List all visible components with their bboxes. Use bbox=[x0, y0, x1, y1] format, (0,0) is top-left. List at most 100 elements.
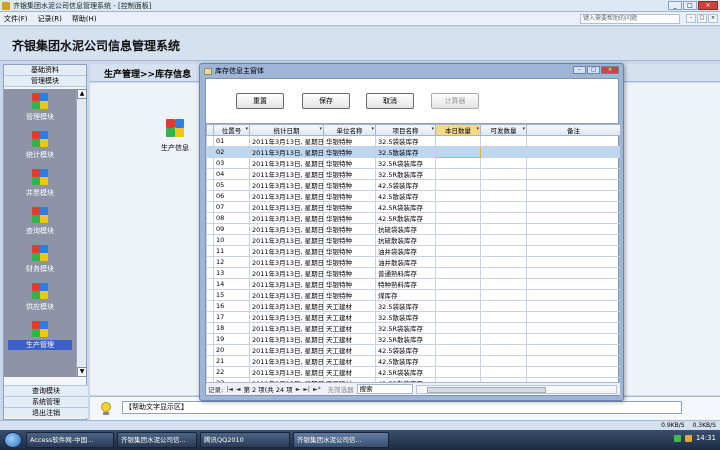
table-cell[interactable]: 32.5散装库存 bbox=[375, 146, 436, 158]
table-cell[interactable] bbox=[480, 300, 527, 312]
table-cell[interactable]: 32.5R袋装库存 bbox=[375, 322, 436, 334]
row-selector[interactable] bbox=[206, 234, 214, 246]
first-record-icon[interactable]: |◄ bbox=[226, 386, 233, 393]
table-cell[interactable]: 华银特种 bbox=[323, 179, 376, 191]
table-cell[interactable] bbox=[435, 135, 481, 147]
table-cell[interactable]: 天工建材 bbox=[323, 366, 376, 378]
table-cell[interactable]: 华银特种 bbox=[323, 289, 376, 301]
table-cell[interactable] bbox=[435, 179, 481, 191]
table-cell[interactable]: 华银特种 bbox=[323, 234, 376, 246]
table-cell[interactable]: 2011年3月13日, 星期日 bbox=[249, 289, 324, 301]
table-cell[interactable]: 2011年3月13日, 星期日 bbox=[249, 135, 324, 147]
table-cell[interactable]: 天工建材 bbox=[323, 355, 376, 367]
task-qq[interactable]: 腾讯QQ2010 bbox=[200, 432, 290, 448]
table-cell[interactable] bbox=[435, 289, 481, 301]
table-cell[interactable] bbox=[435, 267, 481, 279]
table-cell[interactable]: 2011年3月13日, 星期日 bbox=[249, 322, 324, 334]
table-cell[interactable] bbox=[526, 135, 620, 147]
table-cell[interactable] bbox=[480, 278, 527, 290]
row-selector[interactable] bbox=[206, 322, 214, 334]
scroll-down-icon[interactable]: ▼ bbox=[77, 367, 87, 377]
module-tickets[interactable]: 井票模块 bbox=[8, 169, 72, 205]
task-app-1[interactable]: 齐银集团水泥公司信... bbox=[117, 432, 197, 448]
table-cell[interactable] bbox=[435, 201, 481, 213]
menu-file[interactable]: 文件(F) bbox=[4, 14, 28, 24]
table-row[interactable]: 05 2011年3月13日, 星期日 华银特种 42.5袋装库存 bbox=[206, 179, 620, 191]
table-cell[interactable]: 油井散装库存 bbox=[375, 256, 436, 268]
table-row[interactable]: 18 2011年3月13日, 星期日 天工建材 32.5R袋装库存 bbox=[206, 322, 620, 334]
table-cell[interactable]: 17 bbox=[213, 311, 250, 323]
table-cell[interactable]: 华银特种 bbox=[323, 135, 376, 147]
dialog-minimize-icon[interactable]: – bbox=[573, 66, 586, 74]
table-cell[interactable] bbox=[480, 212, 527, 224]
table-cell[interactable]: 21 bbox=[213, 355, 250, 367]
table-cell[interactable]: 05 bbox=[213, 179, 250, 191]
table-cell[interactable]: 2011年3月13日, 星期日 bbox=[249, 355, 324, 367]
table-cell[interactable] bbox=[480, 179, 527, 191]
table-cell[interactable]: 普通熟料库存 bbox=[375, 267, 436, 279]
table-cell[interactable] bbox=[480, 157, 527, 169]
table-cell[interactable]: 07 bbox=[213, 201, 250, 213]
scroll-up-icon[interactable]: ▲ bbox=[77, 89, 87, 99]
row-selector[interactable] bbox=[206, 201, 214, 213]
table-cell[interactable] bbox=[480, 190, 527, 202]
select-all-cell[interactable] bbox=[206, 124, 214, 136]
table-cell[interactable] bbox=[480, 289, 527, 301]
table-cell[interactable] bbox=[526, 289, 620, 301]
search-input[interactable]: 搜索 bbox=[356, 384, 413, 394]
table-cell[interactable]: 42.5散装库存 bbox=[375, 355, 436, 367]
table-cell[interactable]: 08 bbox=[213, 212, 250, 224]
table-row[interactable]: 09 2011年3月13日, 星期日 华银特种 抗硫袋装库存 bbox=[206, 223, 620, 235]
nav-item-management[interactable]: 管理模块 bbox=[4, 76, 86, 87]
volume-icon[interactable] bbox=[684, 434, 692, 442]
nav-item-query[interactable]: 查询模块 bbox=[4, 385, 88, 396]
table-cell[interactable] bbox=[526, 190, 620, 202]
table-cell[interactable] bbox=[480, 135, 527, 147]
row-selector[interactable] bbox=[206, 168, 214, 180]
table-cell[interactable] bbox=[526, 311, 620, 323]
module-production[interactable]: 生产管理 bbox=[8, 321, 72, 357]
table-cell[interactable] bbox=[435, 278, 481, 290]
table-cell[interactable]: 特种熟料库存 bbox=[375, 278, 436, 290]
table-cell[interactable]: 13 bbox=[213, 267, 250, 279]
table-cell[interactable]: 华银特种 bbox=[323, 256, 376, 268]
column-dropdown-icon[interactable]: ▾ bbox=[476, 126, 479, 132]
task-access-site[interactable]: Access软件网-中国... bbox=[26, 432, 114, 448]
row-selector[interactable] bbox=[206, 146, 214, 158]
table-cell[interactable]: 04 bbox=[213, 168, 250, 180]
table-cell[interactable]: 42.5袋装库存 bbox=[375, 344, 436, 356]
column-header[interactable]: 统计日期 ▾ bbox=[249, 124, 324, 136]
table-cell[interactable]: 天工建材 bbox=[323, 344, 376, 356]
table-row[interactable]: 15 2011年3月13日, 星期日 华银特种 煤库存 bbox=[206, 289, 620, 301]
module-statistics[interactable]: 统计模块 bbox=[8, 131, 72, 167]
column-dropdown-icon[interactable]: ▾ bbox=[431, 126, 434, 132]
doc-close-icon[interactable]: × bbox=[708, 14, 718, 23]
row-selector[interactable] bbox=[206, 223, 214, 235]
table-cell[interactable]: 2011年3月13日, 星期日 bbox=[249, 157, 324, 169]
column-header[interactable]: 项目名称 ▾ bbox=[375, 124, 436, 136]
table-cell[interactable] bbox=[435, 234, 481, 246]
table-cell[interactable]: 2011年3月13日, 星期日 bbox=[249, 245, 324, 257]
table-cell[interactable] bbox=[526, 234, 620, 246]
table-cell[interactable]: 油井袋装库存 bbox=[375, 245, 436, 257]
table-cell[interactable]: 01 bbox=[213, 135, 250, 147]
column-header[interactable]: 单位名称 ▾ bbox=[323, 124, 376, 136]
table-cell[interactable] bbox=[480, 267, 527, 279]
module-scrollbar[interactable]: ▲ ▼ bbox=[76, 89, 87, 377]
filter-indicator[interactable]: 无筛选器 bbox=[328, 384, 354, 394]
table-cell[interactable] bbox=[526, 179, 620, 191]
row-selector[interactable] bbox=[206, 135, 214, 147]
table-cell[interactable] bbox=[435, 212, 481, 224]
close-button[interactable]: × bbox=[698, 1, 718, 10]
module-management[interactable]: 管理模块 bbox=[8, 93, 72, 129]
table-cell[interactable]: 2011年3月13日, 星期日 bbox=[249, 256, 324, 268]
table-cell[interactable]: 2011年3月13日, 星期日 bbox=[249, 179, 324, 191]
module-finance[interactable]: 财务模块 bbox=[8, 245, 72, 281]
table-row[interactable]: 03 2011年3月13日, 星期日 华银特种 32.5R袋装库存 bbox=[206, 157, 620, 169]
table-cell[interactable] bbox=[435, 322, 481, 334]
scroll-thumb[interactable] bbox=[426, 386, 547, 393]
row-selector[interactable] bbox=[206, 212, 214, 224]
table-cell[interactable] bbox=[480, 234, 527, 246]
table-cell[interactable] bbox=[435, 355, 481, 367]
table-cell[interactable] bbox=[435, 245, 481, 257]
